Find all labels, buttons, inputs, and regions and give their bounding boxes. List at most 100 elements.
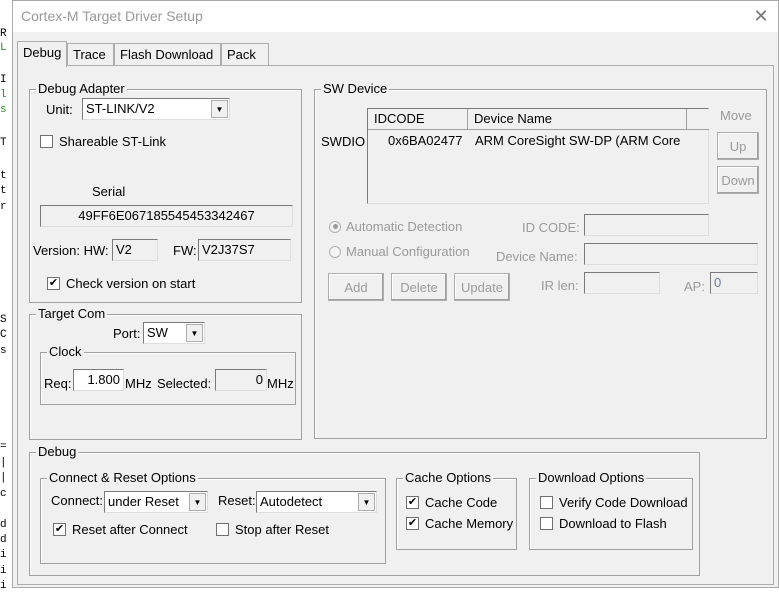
- clock-selected-value: 0: [255, 372, 263, 387]
- ap-input[interactable]: 0: [710, 272, 758, 294]
- checkbox-box[interactable]: ✔: [406, 496, 419, 509]
- selected-unit: MHz: [267, 376, 294, 391]
- move-down-button[interactable]: Down: [717, 166, 759, 194]
- column-header-idcode[interactable]: IDCODE: [368, 109, 468, 130]
- cache-memory-checkbox[interactable]: ✔ Cache Memory: [406, 516, 513, 531]
- checkbox-box[interactable]: ✔: [47, 277, 60, 290]
- target-com-group: Target Com Port: SW ▼ Clock Req: 1.800 M…: [29, 306, 302, 440]
- debug-adapter-group: Debug Adapter Unit: ST-LINK/V2 ▼ Shareab…: [29, 81, 302, 303]
- chevron-down-icon[interactable]: ▼: [211, 100, 228, 118]
- delete-label: Delete: [400, 279, 438, 295]
- ap-label: AP:: [684, 279, 705, 294]
- id-code-input[interactable]: [584, 214, 709, 236]
- stop-after-reset-checkbox[interactable]: Stop after Reset: [216, 522, 329, 537]
- checkbox-box[interactable]: ✔: [406, 517, 419, 530]
- serial-label: Serial: [92, 184, 126, 199]
- move-up-button[interactable]: Up: [717, 132, 759, 160]
- checkbox-box[interactable]: [540, 517, 553, 530]
- shareable-st-link-checkbox[interactable]: Shareable ST-Link: [40, 134, 166, 149]
- automatic-detection-radio[interactable]: Automatic Detection: [329, 219, 462, 234]
- cache-options-group: Cache Options ✔ Cache Code ✔ Cache Memor…: [396, 470, 517, 550]
- reset-after-connect-checkbox[interactable]: ✔ Reset after Connect: [53, 522, 188, 537]
- add-label: Add: [344, 279, 368, 295]
- download-options-group: Download Options Verify Code Download Do…: [529, 470, 693, 550]
- editor-text-fragment: i: [0, 565, 7, 577]
- editor-text-fragment: d: [0, 534, 7, 546]
- tab-label: Debug: [23, 45, 62, 60]
- delete-button[interactable]: Delete: [391, 273, 447, 301]
- background-editor-strip: R L Il s Tt t r S Cs = | | c d d i i i: [0, 0, 12, 592]
- debug-group: Debug Connect & Reset Options Connect: u…: [29, 444, 700, 576]
- editor-text-fragment: S: [0, 314, 7, 326]
- chevron-down-icon[interactable]: ▼: [186, 324, 203, 342]
- tab-debug[interactable]: Debug: [17, 41, 67, 67]
- debug-adapter-legend: Debug Adapter: [36, 81, 127, 96]
- unit-select[interactable]: ST-LINK/V2 ▼: [82, 98, 230, 120]
- selected-label: Selected:: [157, 376, 212, 391]
- checkbox-box[interactable]: [40, 135, 53, 148]
- radio-selected-icon[interactable]: [329, 220, 341, 233]
- target-com-legend: Target Com: [36, 306, 108, 321]
- editor-text-fragment: =: [0, 441, 7, 453]
- checkbox-box[interactable]: ✔: [53, 523, 66, 536]
- checkbox-box[interactable]: [540, 496, 553, 509]
- tab-pack[interactable]: Pack: [221, 43, 269, 66]
- clock-req-input[interactable]: 1.800: [73, 369, 124, 391]
- connect-label: Connect:: [51, 493, 104, 508]
- device-name-input[interactable]: [584, 243, 758, 265]
- chevron-down-icon[interactable]: ▼: [189, 493, 206, 511]
- dialog-window: Cortex-M Target Driver Setup ✕ Debug Tra…: [12, 0, 779, 588]
- ir-len-input[interactable]: [584, 272, 660, 294]
- connect-reset-legend: Connect & Reset Options: [47, 470, 198, 485]
- editor-text-fragment: d: [0, 519, 7, 531]
- reset-after-connect-label: Reset after Connect: [72, 522, 188, 537]
- check-version-checkbox[interactable]: ✔ Check version on start: [47, 276, 195, 291]
- editor-text-fragment: r: [0, 201, 7, 213]
- table-cell-idcode[interactable]: 0x6BA02477: [388, 133, 462, 148]
- hw-version-field: V2: [112, 239, 158, 261]
- shareable-st-link-label: Shareable ST-Link: [59, 134, 166, 149]
- sw-device-group: SW Device SWDIO IDCODE Device Name 0x6BA…: [314, 81, 767, 439]
- verify-code-download-checkbox[interactable]: Verify Code Download: [540, 495, 688, 510]
- connect-select[interactable]: under Reset ▼: [104, 491, 208, 513]
- editor-text-fragment: c: [0, 488, 7, 500]
- port-select[interactable]: SW ▼: [143, 322, 205, 344]
- reset-select-value: Autodetect: [260, 494, 323, 509]
- clock-selected-field: 0: [215, 369, 267, 391]
- editor-text-fragment: R: [0, 28, 7, 40]
- tab-trace[interactable]: Trace: [67, 43, 114, 66]
- column-header-device-name[interactable]: Device Name: [468, 109, 687, 130]
- column-header-label: Device Name: [474, 111, 553, 126]
- swdio-label: SWDIO: [321, 134, 366, 149]
- cache-code-checkbox[interactable]: ✔ Cache Code: [406, 495, 497, 510]
- move-label: Move: [720, 108, 752, 123]
- radio-unselected-icon[interactable]: [329, 245, 341, 258]
- editor-text-fragment: t: [0, 170, 7, 182]
- cache-code-label: Cache Code: [425, 495, 498, 510]
- serial-field: 49FF6E067185545453342467: [40, 205, 293, 227]
- verify-code-download-label: Verify Code Download: [559, 495, 688, 510]
- download-to-flash-label: Download to Flash: [559, 516, 667, 531]
- manual-configuration-radio[interactable]: Manual Configuration: [329, 244, 470, 259]
- stop-after-reset-label: Stop after Reset: [235, 522, 329, 537]
- sw-device-table[interactable]: IDCODE Device Name 0x6BA02477 ARM CoreSi…: [367, 108, 709, 204]
- chevron-down-icon[interactable]: ▼: [358, 493, 375, 511]
- tab-flash-download[interactable]: Flash Download: [114, 43, 221, 66]
- editor-text-fragment: i: [0, 580, 7, 592]
- update-label: Update: [461, 279, 503, 295]
- editor-text-fragment: s: [0, 104, 7, 116]
- download-to-flash-checkbox[interactable]: Download to Flash: [540, 516, 667, 531]
- move-up-label: Up: [729, 138, 747, 154]
- table-cell-device-name[interactable]: ARM CoreSight SW-DP (ARM Core: [475, 133, 680, 148]
- update-button[interactable]: Update: [454, 273, 510, 301]
- connect-reset-group: Connect & Reset Options Connect: under R…: [40, 470, 386, 564]
- column-header-label: IDCODE: [374, 111, 425, 126]
- checkbox-box[interactable]: [216, 523, 229, 536]
- close-button[interactable]: ✕: [744, 1, 778, 32]
- tab-label: Flash Download: [120, 47, 214, 62]
- serial-value: 49FF6E067185545453342467: [78, 208, 255, 223]
- reset-select[interactable]: Autodetect ▼: [256, 491, 377, 513]
- clock-group: Clock Req: 1.800 MHz Selected: 0 MHz: [40, 344, 296, 405]
- tab-label: Trace: [73, 47, 106, 62]
- add-button[interactable]: Add: [328, 273, 384, 301]
